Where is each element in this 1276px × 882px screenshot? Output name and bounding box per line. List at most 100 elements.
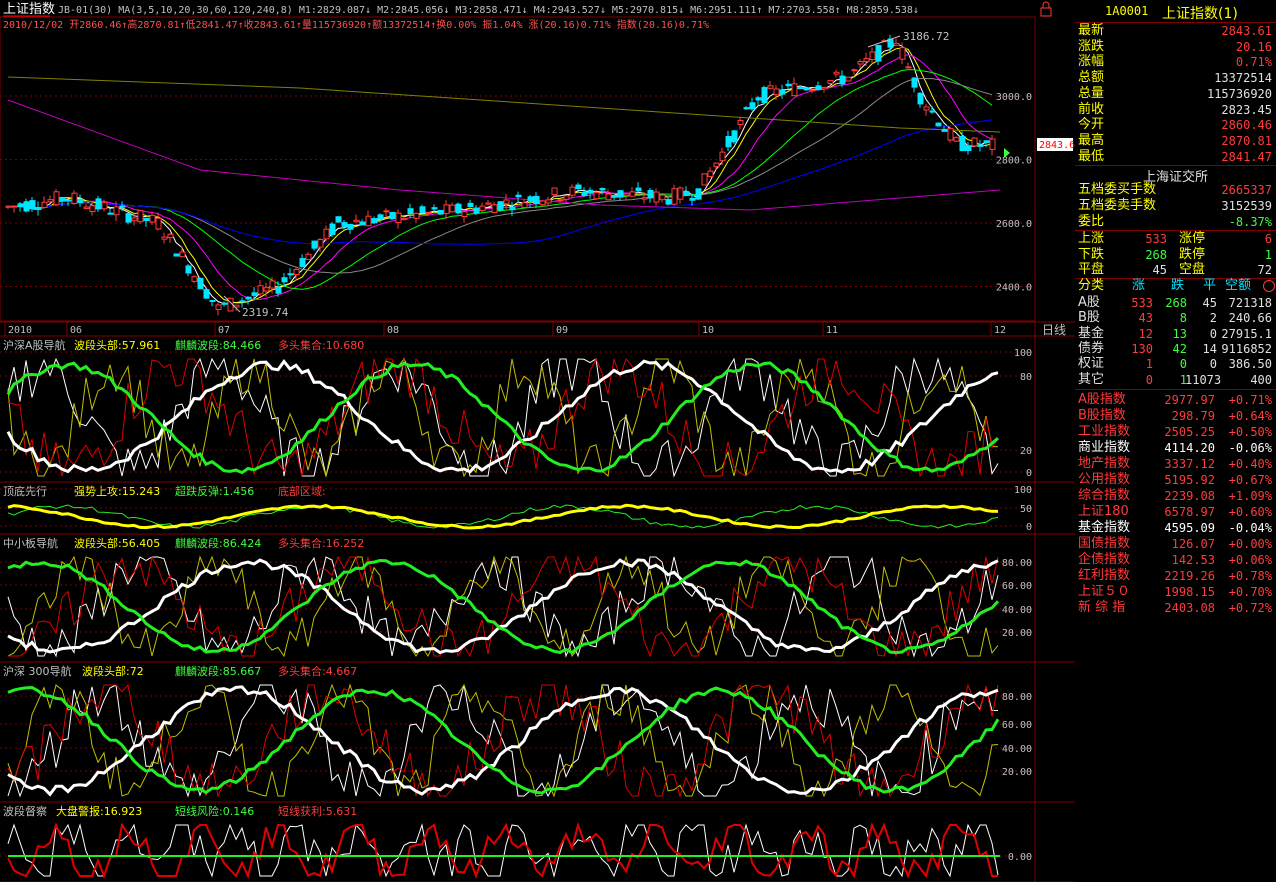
order-row-value: -8.37% <box>1228 215 1272 229</box>
cat-value: 0 <box>1179 357 1187 372</box>
candle-body <box>821 86 828 90</box>
index-row: 国债指数 126.07 +0.00% <box>1075 536 1276 552</box>
cat-name: 基金 <box>1078 325 1105 341</box>
order-row-label: 委比 <box>1078 214 1105 229</box>
cat-row: 基金 12 13 0 27915.1 <box>1075 326 1276 342</box>
index-name: 新 综 指 <box>1078 600 1126 615</box>
candle-body <box>389 211 396 220</box>
month-label: 06 <box>70 325 82 336</box>
candle-body <box>785 83 792 87</box>
candle-body <box>71 192 78 204</box>
quote-row-value: 2870.81 <box>1221 133 1272 148</box>
panel-tick-label: 100 <box>1014 485 1032 496</box>
cat-row: 其它 0 1 11073 400 <box>1075 372 1276 388</box>
candle-body <box>377 214 384 220</box>
indicator-line: JB-01(30) MA(3,5,10,20,30,60,120,240,8) … <box>58 5 919 16</box>
quote-row-label: 涨幅 <box>1078 54 1105 70</box>
quote-row-value: 2841.47 <box>1221 149 1272 164</box>
candle-body <box>83 206 90 209</box>
quote-row-label: 前收 <box>1078 101 1105 117</box>
candle-body <box>395 212 402 223</box>
month-label: 2010 <box>8 325 32 336</box>
quote-row: 最高 2870.81 <box>1075 133 1276 149</box>
panel-title: 波段督察 <box>3 804 47 818</box>
index-row: 商业指数 4114.20 -0.06% <box>1075 440 1276 456</box>
index-value: 142.53 <box>1171 553 1215 567</box>
candle-body <box>353 219 360 223</box>
candle-body <box>221 302 228 305</box>
index-value: 126.07 <box>1171 537 1215 551</box>
kline-chart-area[interactable]: 上证指数 JB-01(30) MA(3,5,10,20,30,60,120,24… <box>0 0 1075 882</box>
index-change: +0.00% <box>1228 537 1272 551</box>
quote-row-label: 最低 <box>1078 148 1105 164</box>
candle-body <box>791 83 798 97</box>
candle-body <box>713 162 720 168</box>
candle-body <box>467 202 474 208</box>
index-row: 红利指数 2219.26 +0.78% <box>1075 568 1276 584</box>
candle-body <box>455 203 462 214</box>
cat-value: 27915.1 <box>1221 326 1272 341</box>
candle-body <box>413 212 420 219</box>
candle-body <box>371 218 378 224</box>
panel-stat: 波段头部:72 <box>82 664 144 678</box>
candle-body <box>131 217 138 222</box>
candle-body <box>977 144 984 147</box>
cat-header: 平 <box>1203 278 1217 293</box>
candle-body <box>317 239 324 248</box>
candle-body <box>893 42 900 46</box>
panel-tick-label: 80.00 <box>1002 692 1032 703</box>
quote-row-label: 最新 <box>1078 23 1105 38</box>
candle-body <box>161 236 168 240</box>
candle-body <box>29 200 36 210</box>
panel-stat: 麒麟波段:85.667 <box>175 664 261 678</box>
candle-body <box>833 71 840 75</box>
candle-body <box>767 85 774 89</box>
month-label: 11 <box>826 325 838 336</box>
cat-value: 8 <box>1179 311 1187 326</box>
breadth-value: 45 <box>1152 263 1167 277</box>
quote-name: 上证指数(1) <box>1162 6 1238 22</box>
index-row: 地产指数 3337.12 +0.40% <box>1075 456 1276 472</box>
candle-body <box>239 300 246 303</box>
cat-value: 11073 <box>1185 372 1222 387</box>
order-row-value: 2665337 <box>1221 183 1272 197</box>
index-name: 国债指数 <box>1078 536 1131 551</box>
candle-body <box>737 119 744 125</box>
candle-body <box>89 205 96 213</box>
candle-body <box>611 194 618 198</box>
month-label: 08 <box>387 325 399 336</box>
candle-body <box>497 201 504 211</box>
candle-body <box>527 196 534 202</box>
panel-tick-label: 50 <box>1020 504 1032 515</box>
candle-body <box>155 217 162 230</box>
index-row: 综合指数 2239.08 +1.09% <box>1075 488 1276 504</box>
candle-body <box>539 200 546 206</box>
candle-body <box>953 137 960 142</box>
index-change: -0.06% <box>1228 441 1272 455</box>
candle-body <box>551 187 558 196</box>
panel-tick-label: 40.00 <box>1002 605 1032 616</box>
cat-value: 0 <box>1145 372 1153 387</box>
quote-row: 最新 2843.61 <box>1075 23 1276 39</box>
period-label[interactable]: 日线 <box>1042 323 1066 337</box>
index-row: A股指数 2977.97 +0.71% <box>1075 392 1276 408</box>
candle-body <box>941 128 948 132</box>
candle-body <box>695 188 702 200</box>
candle-body <box>245 296 252 300</box>
cat-value: 12 <box>1138 326 1153 341</box>
panel-title: 顶底先行 <box>3 484 47 498</box>
index-change: +0.70% <box>1228 585 1272 599</box>
panel-tick-label: 60.00 <box>1002 581 1032 592</box>
candle-body <box>443 204 450 215</box>
index-name: 地产指数 <box>1078 456 1131 471</box>
month-label: 07 <box>218 325 230 336</box>
cat-name: 债券 <box>1078 340 1105 356</box>
index-name: 企债指数 <box>1078 552 1131 567</box>
breadth-value: 6 <box>1264 232 1272 246</box>
candle-body <box>827 80 834 84</box>
cat-value: 240.66 <box>1228 311 1272 326</box>
candle-body <box>965 145 972 151</box>
quote-row: 前收 2823.45 <box>1075 102 1276 118</box>
index-value: 3337.12 <box>1164 457 1215 471</box>
index-value: 2505.25 <box>1164 425 1215 439</box>
